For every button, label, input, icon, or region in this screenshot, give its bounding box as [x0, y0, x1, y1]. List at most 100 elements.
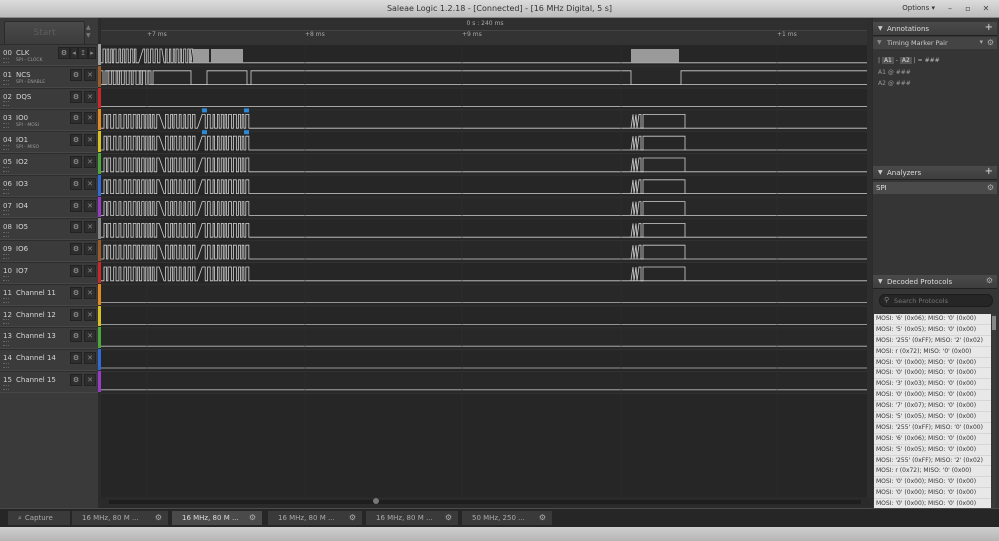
channel-name[interactable]: Channel 12 [16, 311, 56, 319]
next-edge-icon[interactable]: ▸ [88, 47, 96, 59]
gear-icon[interactable]: ⚙ [249, 511, 256, 525]
close-icon[interactable]: ✕ [84, 308, 96, 321]
channel-row-09[interactable]: 09 IO6 ⚙ ✕ [0, 240, 98, 262]
gear-icon[interactable]: ⚙ [987, 38, 994, 47]
channel-name[interactable]: IO0 [16, 114, 28, 122]
drag-handle-icon[interactable] [3, 275, 9, 281]
protocol-list-item[interactable]: MOSI: '5' (0x05); MISO: '0' (0x00) [874, 445, 991, 456]
collapse-icon[interactable]: ▼ [878, 169, 883, 176]
timing-marker-handle[interactable] [244, 108, 249, 113]
drag-handle-icon[interactable] [3, 232, 9, 238]
gear-icon[interactable]: ⚙ [70, 156, 82, 168]
protocol-list-item[interactable]: MOSI: '3' (0x03); MISO: '0' (0x00) [874, 379, 991, 391]
close-icon[interactable]: ✕ [84, 265, 96, 277]
channel-row-03[interactable]: 03 IO0 SPI - MOSI ⚙ ✕ [0, 109, 98, 132]
drag-handle-icon[interactable] [3, 341, 9, 347]
protocol-list-item[interactable]: MOSI: '255' (0xFF); MISO: '0' (0x00) [874, 423, 991, 434]
tab-session[interactable]: 16 MHz, 80 M ... ⚙ [172, 511, 262, 525]
waveform-area[interactable] [101, 45, 869, 497]
gear-icon[interactable]: ⚙ [70, 68, 82, 81]
horizontal-scrollbar[interactable] [101, 497, 869, 507]
channel-name[interactable]: DQS [16, 93, 31, 101]
channel-name[interactable]: Channel 15 [16, 376, 56, 384]
close-icon[interactable]: ✕ [84, 90, 96, 103]
tab-capture[interactable]: ⌕ Capture [8, 511, 70, 525]
gear-icon[interactable]: ⚙ [986, 276, 993, 285]
gear-icon[interactable]: ⚙ [155, 511, 162, 525]
prev-edge-icon[interactable]: ◂ [70, 47, 78, 59]
close-icon[interactable]: ✕ [84, 68, 96, 81]
gear-icon[interactable]: ⚙ [70, 374, 82, 386]
gear-icon[interactable]: ⚙ [58, 47, 70, 59]
add-annotation-icon[interactable]: + [985, 22, 993, 33]
channel-row-01[interactable]: 01 NCS SPI - ENABLE ⚙ ✕ [0, 65, 98, 88]
close-icon[interactable]: ✕ [84, 330, 96, 343]
gear-icon[interactable]: ⚙ [70, 286, 82, 299]
close-icon[interactable]: ✕ [84, 221, 96, 234]
channel-row-11[interactable]: 11 Channel 11 ⚙ ✕ [0, 283, 98, 306]
channel-row-02[interactable]: 02 DQS ⚙ ✕ [0, 87, 98, 110]
protocol-list-item[interactable]: MOSI: '5' (0x05); MISO: '0' (0x00) [874, 412, 991, 423]
protocol-list-item[interactable]: MOSI: '0' (0x00); MISO: '0' (0x00) [874, 390, 991, 402]
channel-name[interactable]: IO7 [16, 267, 28, 275]
tab-session[interactable]: 16 MHz, 80 M ... ⚙ [72, 511, 168, 525]
close-icon[interactable]: ✕ [84, 112, 96, 125]
drag-handle-icon[interactable] [3, 188, 9, 194]
drag-handle-icon[interactable] [3, 79, 9, 85]
timing-marker-pair[interactable]: ▼ Timing Marker Pair ▾ ⚙ [873, 37, 997, 49]
channel-row-00[interactable]: 00 CLK SPI - CLOCK ⚙ ◂ ↥ ▸ [0, 44, 98, 66]
gear-icon[interactable]: ⚙ [70, 134, 82, 147]
channel-row-04[interactable]: 04 IO1 SPI - MISO ⚙ ✕ [0, 131, 98, 153]
channel-name[interactable]: Channel 13 [16, 332, 56, 340]
tab-session[interactable]: 50 MHz, 250 ... ⚙ [462, 511, 552, 525]
tab-session[interactable]: 16 MHz, 80 M ... ⚙ [268, 511, 362, 525]
options-menu[interactable]: Options ▾ [902, 4, 935, 12]
drag-handle-icon[interactable] [3, 166, 9, 172]
analyzers-header[interactable]: ▼ Analyzers + [873, 166, 997, 180]
channel-name[interactable]: IO1 [16, 136, 28, 144]
gear-icon[interactable]: ⚙ [70, 221, 82, 234]
channel-name[interactable]: IO2 [16, 158, 28, 166]
close-icon[interactable]: ✕ [84, 199, 96, 212]
protocol-list-item[interactable]: MOSI: '0' (0x00); MISO: '0' (0x00) [874, 477, 991, 489]
drag-handle-icon[interactable] [3, 362, 9, 368]
channel-name[interactable]: IO6 [16, 245, 28, 253]
channel-name[interactable]: IO5 [16, 223, 28, 231]
protocol-list-scrollbar[interactable] [992, 314, 996, 508]
channel-row-14[interactable]: 14 Channel 14 ⚙ ✕ [0, 349, 98, 371]
gear-icon[interactable]: ⚙ [70, 265, 82, 277]
protocol-list-item[interactable]: MOSI: r (0x72); MISO: '0' (0x00) [874, 466, 991, 478]
start-button[interactable]: Start [4, 21, 85, 45]
decoded-protocols-list[interactable]: MOSI: '6' (0x06); MISO: '0' (0x00) MOSI: … [874, 314, 991, 508]
drag-handle-icon[interactable] [3, 101, 9, 107]
channel-row-05[interactable]: 05 IO2 ⚙ ✕ [0, 153, 98, 175]
trigger-edge-icon[interactable]: ↥ [78, 47, 88, 59]
add-analyzer-icon[interactable]: + [985, 166, 993, 177]
gear-icon[interactable]: ⚙ [70, 308, 82, 321]
channel-row-13[interactable]: 13 Channel 13 ⚙ ✕ [0, 327, 98, 350]
gear-icon[interactable]: ⚙ [987, 183, 994, 192]
close-icon[interactable]: ✕ [84, 156, 96, 168]
chevron-down-icon[interactable]: ▾ [979, 38, 983, 46]
drag-handle-icon[interactable] [3, 144, 9, 150]
gear-icon[interactable]: ⚙ [70, 352, 82, 365]
close-icon[interactable]: ✕ [84, 374, 96, 386]
channel-name[interactable]: Channel 11 [16, 289, 56, 297]
protocol-list-item[interactable]: MOSI: '6' (0x06); MISO: '0' (0x00) [874, 314, 991, 325]
protocol-list-item[interactable]: MOSI: '5' (0x05); MISO: '0' (0x00) [874, 325, 991, 336]
close-window-icon[interactable]: ✕ [981, 4, 991, 13]
channel-name[interactable]: IO4 [16, 202, 28, 210]
protocol-list-item[interactable]: MOSI: '0' (0x00); MISO: '0' (0x00) [874, 358, 991, 369]
drag-handle-icon[interactable] [3, 384, 9, 390]
protocol-list-item[interactable]: MOSI: '0' (0x00); MISO: '0' (0x00) [874, 499, 991, 508]
minimize-icon[interactable]: – [945, 4, 955, 13]
close-icon[interactable]: ✕ [84, 286, 96, 299]
gear-icon[interactable]: ⚙ [70, 112, 82, 125]
gear-icon[interactable]: ⚙ [70, 243, 82, 256]
gear-icon[interactable]: ⚙ [445, 511, 452, 525]
protocol-list-item[interactable]: MOSI: r (0x72); MISO: '0' (0x00) [874, 347, 991, 358]
protocol-list-item[interactable]: MOSI: '7' (0x07); MISO: '0' (0x00) [874, 401, 991, 413]
timing-marker-handle[interactable] [202, 108, 207, 113]
gear-icon[interactable]: ⚙ [70, 199, 82, 212]
close-icon[interactable]: ✕ [84, 243, 96, 256]
